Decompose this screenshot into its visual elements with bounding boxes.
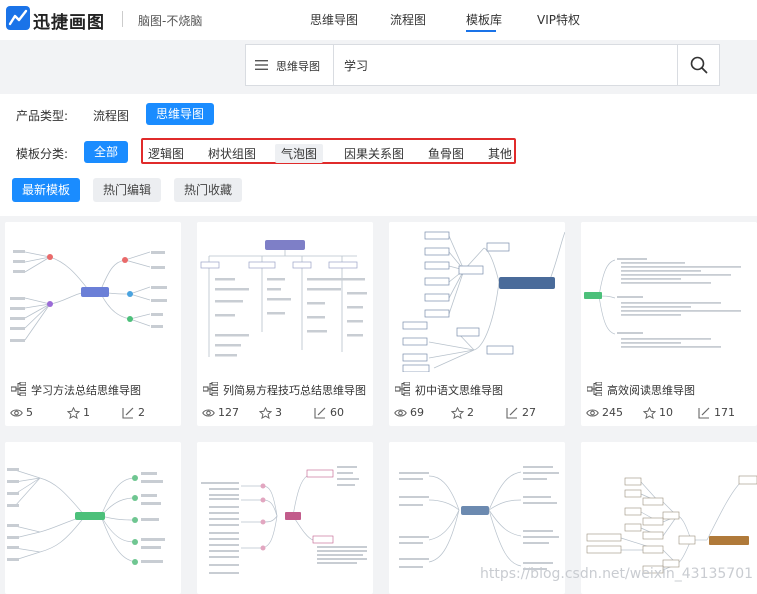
star-count: 3: [275, 406, 282, 419]
category-all[interactable]: 全部: [84, 141, 129, 163]
template-thumbnail: [5, 222, 181, 372]
nav-templates[interactable]: 模板库: [466, 11, 502, 28]
template-thumbnail: [197, 222, 373, 372]
card-title[interactable]: 高效阅读思维导图: [607, 382, 695, 398]
logo-icon[interactable]: [6, 6, 30, 30]
product-mindmap[interactable]: 思维导图: [146, 103, 215, 125]
template-thumbnail: [197, 442, 373, 592]
star-count: 2: [467, 406, 474, 419]
edit-icon: [506, 407, 518, 419]
view-count: 127: [218, 406, 239, 419]
view-count: 5: [26, 406, 33, 419]
nav-vip[interactable]: VIP特权: [537, 11, 580, 28]
category-label: 模板分类:: [16, 147, 69, 161]
mindmap-type-icon: [587, 382, 602, 396]
edit-icon: [314, 407, 326, 419]
template-thumbnail: [581, 222, 757, 372]
menu-icon: [255, 60, 268, 70]
edit-count: 171: [714, 406, 735, 419]
template-card[interactable]: 学习方法总结思维导图 5 1 2: [5, 222, 181, 426]
star-icon: [451, 407, 464, 419]
template-card[interactable]: [197, 442, 373, 594]
header-divider: [122, 11, 123, 27]
sort-popular-fav[interactable]: 热门收藏: [174, 178, 243, 202]
category-other[interactable]: 其他: [488, 145, 512, 162]
edit-icon: [698, 407, 710, 419]
category-fishbone[interactable]: 鱼骨图: [428, 145, 464, 162]
category-tree[interactable]: 树状组图: [208, 145, 256, 162]
category-bubble[interactable]: 气泡图: [275, 144, 324, 163]
view-count: 69: [410, 406, 424, 419]
brand-slogan: 脑图-不烧脑: [138, 14, 203, 28]
product-type-label: 产品类型:: [16, 109, 69, 123]
search-icon: [690, 56, 708, 74]
eye-icon: [394, 409, 407, 417]
star-count: 10: [659, 406, 673, 419]
top-header: 迅捷画图 脑图-不烧脑 思维导图 流程图 模板库 VIP特权: [0, 0, 757, 40]
edit-icon: [122, 407, 134, 419]
search-bar: 思维导图: [245, 44, 720, 86]
template-thumbnail: [5, 442, 181, 592]
category-cause-effect[interactable]: 因果关系图: [344, 145, 404, 162]
edit-count: 2: [138, 406, 145, 419]
template-card[interactable]: 列简易方程技巧总结思维导图 127 3 60: [197, 222, 373, 426]
card-title[interactable]: 学习方法总结思维导图: [31, 382, 141, 398]
star-icon: [259, 407, 272, 419]
category-logic[interactable]: 逻辑图: [148, 145, 184, 162]
watermark: https://blog.csdn.net/weixin_43135701: [480, 566, 754, 582]
template-card[interactable]: 高效阅读思维导图 245 10 171: [581, 222, 757, 426]
star-icon: [643, 407, 656, 419]
card-title[interactable]: 列简易方程技巧总结思维导图: [223, 382, 366, 398]
sort-popular-edit[interactable]: 热门编辑: [93, 178, 162, 202]
nav-flowchart[interactable]: 流程图: [390, 11, 426, 28]
star-icon: [67, 407, 80, 419]
search-type-dropdown[interactable]: 思维导图: [246, 45, 334, 85]
search-type-label: 思维导图: [276, 60, 320, 73]
star-count: 1: [83, 406, 90, 419]
active-nav-indicator: [466, 30, 496, 32]
edit-count: 27: [522, 406, 536, 419]
search-input[interactable]: [344, 54, 664, 76]
card-title[interactable]: 初中语文思维导图: [415, 382, 503, 398]
eye-icon: [10, 409, 23, 417]
template-card[interactable]: 初中语文思维导图 69 2 27: [389, 222, 565, 426]
edit-count: 60: [330, 406, 344, 419]
brand-name[interactable]: 迅捷画图: [33, 8, 105, 33]
product-flowchart[interactable]: 流程图: [93, 107, 129, 124]
eye-icon: [586, 409, 599, 417]
mindmap-type-icon: [11, 382, 26, 396]
sort-newest[interactable]: 最新模板: [12, 178, 81, 202]
view-count: 245: [602, 406, 623, 419]
template-thumbnail: [389, 222, 565, 372]
nav-mindmap[interactable]: 思维导图: [310, 11, 358, 28]
template-card[interactable]: [5, 442, 181, 594]
mindmap-type-icon: [395, 382, 410, 396]
mindmap-type-icon: [203, 382, 218, 396]
eye-icon: [202, 409, 215, 417]
search-button[interactable]: [677, 45, 721, 85]
